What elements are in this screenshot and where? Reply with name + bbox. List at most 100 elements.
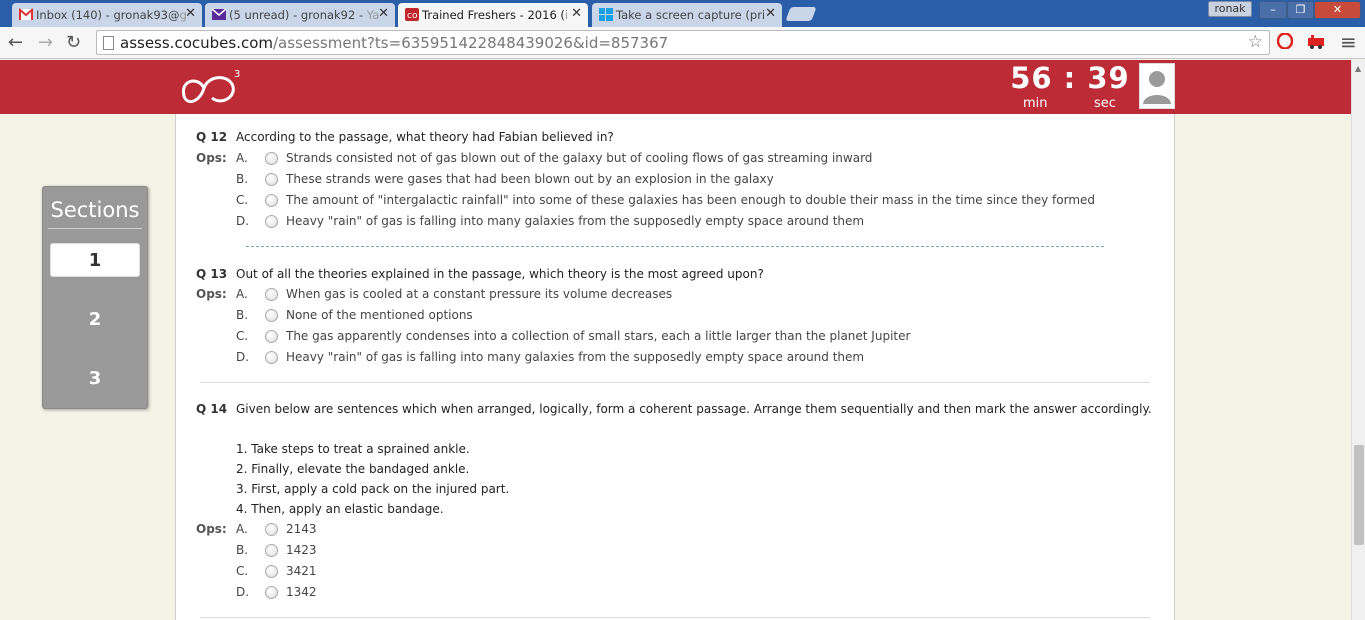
countdown-timer: 56 : 39 min sec <box>1010 60 1130 114</box>
logo-superscript: 3 <box>234 69 240 80</box>
timer-value: 56 : 39 <box>1010 61 1130 95</box>
reload-button[interactable]: ↻ <box>66 32 81 53</box>
tab-label: Take a screen capture (pri <box>616 8 766 22</box>
sentence-line: 3. First, apply a cold pack on the injur… <box>236 482 510 496</box>
option-text[interactable]: 2143 <box>286 522 317 536</box>
tab-close-icon[interactable]: ✕ <box>765 6 776 21</box>
option-radio[interactable] <box>265 152 278 165</box>
tab-gmail[interactable]: Inbox (140) - gronak93@g ✕ <box>12 3 202 27</box>
option-letter: C. <box>236 329 249 343</box>
option-text[interactable]: Heavy "rain" of gas is falling into many… <box>286 350 864 364</box>
option-letter: B. <box>236 543 249 557</box>
tab-label-fade: i <box>564 8 569 22</box>
option-letter: B. <box>236 172 249 186</box>
scroll-up-arrow-icon[interactable]: ▲ <box>1355 64 1361 73</box>
bookmark-star-icon[interactable]: ☆ <box>1248 32 1263 52</box>
option-letter: D. <box>236 214 250 228</box>
user-silhouette-icon <box>1143 71 1171 104</box>
option-letter: D. <box>236 585 250 599</box>
tab-label: (5 unread) - gronak92 - <box>229 8 367 22</box>
question-text: Out of all the theories explained in the… <box>236 267 764 281</box>
option-radio[interactable] <box>265 330 278 343</box>
option-radio[interactable] <box>265 173 278 186</box>
tab-close-icon[interactable]: ✕ <box>378 6 389 21</box>
tab-close-icon[interactable]: ✕ <box>571 6 582 21</box>
sections-title: Sections <box>50 198 140 222</box>
profile-button[interactable]: ronak <box>1208 1 1252 17</box>
option-radio[interactable] <box>265 351 278 364</box>
cocubes-logo: 3 <box>181 69 240 104</box>
option-letter: A. <box>236 287 248 301</box>
menu-icon[interactable]: ≡ <box>1340 30 1357 54</box>
options-label: Ops: <box>196 522 227 536</box>
option-letter: A. <box>236 522 248 536</box>
section-2-button[interactable]: 2 <box>50 303 140 337</box>
url-host: assess.cocubes.com <box>120 34 273 52</box>
sentence-line: 4. Then, apply an elastic bandage. <box>236 502 444 516</box>
app-header: 3 56 : 39 min sec <box>0 60 1351 114</box>
option-radio[interactable] <box>265 586 278 599</box>
tab-close-icon[interactable]: ✕ <box>185 6 196 21</box>
option-radio[interactable] <box>265 309 278 322</box>
question-number: Q 13 <box>196 267 228 281</box>
option-radio[interactable] <box>265 565 278 578</box>
close-window-button[interactable]: ✕ <box>1314 1 1361 19</box>
sentence-line: 1. Take steps to treat a sprained ankle. <box>236 442 470 456</box>
option-radio[interactable] <box>265 544 278 557</box>
cocubes-icon: co <box>405 8 419 21</box>
option-letter: C. <box>236 564 249 578</box>
option-radio[interactable] <box>265 215 278 228</box>
option-text[interactable]: These strands were gases that had been b… <box>286 172 774 186</box>
option-text[interactable]: Heavy "rain" of gas is falling into many… <box>286 214 864 228</box>
url-path: /assessment?ts=635951422848439026&id=857… <box>273 34 669 52</box>
maximize-button[interactable]: ❐ <box>1287 1 1314 19</box>
option-text[interactable]: The amount of "intergalactic rainfall" i… <box>286 193 1095 207</box>
option-radio[interactable] <box>265 194 278 207</box>
sections-panel: Sections 1 2 3 <box>42 186 148 409</box>
timer-min-label: min <box>1023 96 1048 111</box>
options-label: Ops: <box>196 151 227 165</box>
avatar[interactable] <box>1139 63 1175 109</box>
option-letter: C. <box>236 193 249 207</box>
extension-icon[interactable] <box>1307 33 1325 54</box>
page-scrollbar[interactable]: ▲ <box>1351 60 1365 620</box>
forward-button[interactable]: → <box>38 32 53 53</box>
option-text[interactable]: 1423 <box>286 543 317 557</box>
new-tab-button[interactable] <box>785 7 817 21</box>
scrollbar-thumb[interactable] <box>1354 445 1364 545</box>
opera-extension-icon[interactable] <box>1276 32 1294 54</box>
options-label: Ops: <box>196 287 227 301</box>
page-icon <box>103 36 114 50</box>
tab-yahoo-mail[interactable]: (5 unread) - gronak92 - Ya ✕ <box>205 3 395 27</box>
tab-label: Trained Freshers - 2016 ( <box>422 8 565 22</box>
section-1-button[interactable]: 1 <box>50 243 140 277</box>
yahoo-mail-icon <box>212 8 226 20</box>
question-separator <box>200 382 1150 383</box>
option-radio[interactable] <box>265 523 278 536</box>
svg-text:co: co <box>407 11 418 21</box>
option-text[interactable]: 1342 <box>286 585 317 599</box>
option-text[interactable]: When gas is cooled at a constant pressur… <box>286 287 672 301</box>
tab-cocubes[interactable]: co Trained Freshers - 2016 (i ✕ <box>398 3 588 27</box>
minimize-button[interactable]: – <box>1259 1 1287 19</box>
option-letter: B. <box>236 308 249 322</box>
question-separator <box>246 246 1104 247</box>
question-text: Given below are sentences which when arr… <box>236 402 1152 416</box>
tab-label: Inbox (140) - gronak93@ <box>36 8 180 22</box>
section-3-button[interactable]: 3 <box>50 362 140 396</box>
option-radio[interactable] <box>265 288 278 301</box>
option-text[interactable]: None of the mentioned options <box>286 308 473 322</box>
tab-screen-capture[interactable]: Take a screen capture (pri ✕ <box>592 3 782 27</box>
question-text: According to the passage, what theory ha… <box>236 130 614 144</box>
windows-icon <box>599 8 613 21</box>
option-text[interactable]: Strands consisted not of gas blown out o… <box>286 151 872 165</box>
timer-sec-label: sec <box>1094 96 1116 111</box>
question-separator <box>200 617 1150 618</box>
back-button[interactable]: ← <box>8 32 23 53</box>
option-text[interactable]: 3421 <box>286 564 317 578</box>
question-panel <box>175 114 1175 620</box>
option-text[interactable]: The gas apparently condenses into a coll… <box>286 329 910 343</box>
address-bar[interactable]: assess.cocubes.com/assessment?ts=6359514… <box>96 30 1270 55</box>
browser-toolbar: ← → ↻ assess.cocubes.com/assessment?ts=6… <box>0 27 1365 59</box>
sections-divider <box>48 228 142 229</box>
